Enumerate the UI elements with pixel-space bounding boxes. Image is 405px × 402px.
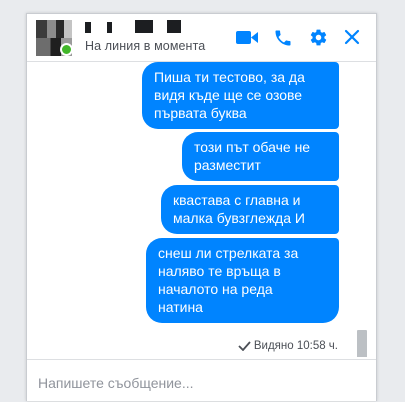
close-icon[interactable] [344,29,360,50]
contact-name-redacted[interactable] [85,20,205,34]
composer [27,359,376,402]
gear-icon[interactable] [309,28,328,52]
chat-window: На линия в момента Пиша ти тестово, за д… [26,13,377,401]
message-bubble[interactable]: този път обаче не разместит [182,132,339,181]
presence-status: На линия в момента [85,39,206,53]
seen-receipt: Видяно 10:58 ч. [238,340,338,352]
online-status-dot [60,43,73,56]
chat-header[interactable]: На линия в момента [27,14,376,62]
phone-icon[interactable] [273,28,293,53]
message-bubble[interactable]: квастава с главна и малка бувзглежда И [161,185,339,234]
checkmark-icon [238,341,251,352]
scrollbar-thumb[interactable] [357,330,367,357]
video-camera-icon[interactable] [236,30,258,50]
message-bubble[interactable]: снеш ли стрелката за наляво те връща в н… [146,238,339,323]
message-thread[interactable]: Пиша ти тестово, за да видя къде ще се о… [27,62,376,357]
message-input[interactable] [36,370,360,396]
seen-text: Видяно 10:58 ч. [253,340,338,352]
message-bubble[interactable]: Пиша ти тестово, за да видя къде ще се о… [142,62,339,129]
